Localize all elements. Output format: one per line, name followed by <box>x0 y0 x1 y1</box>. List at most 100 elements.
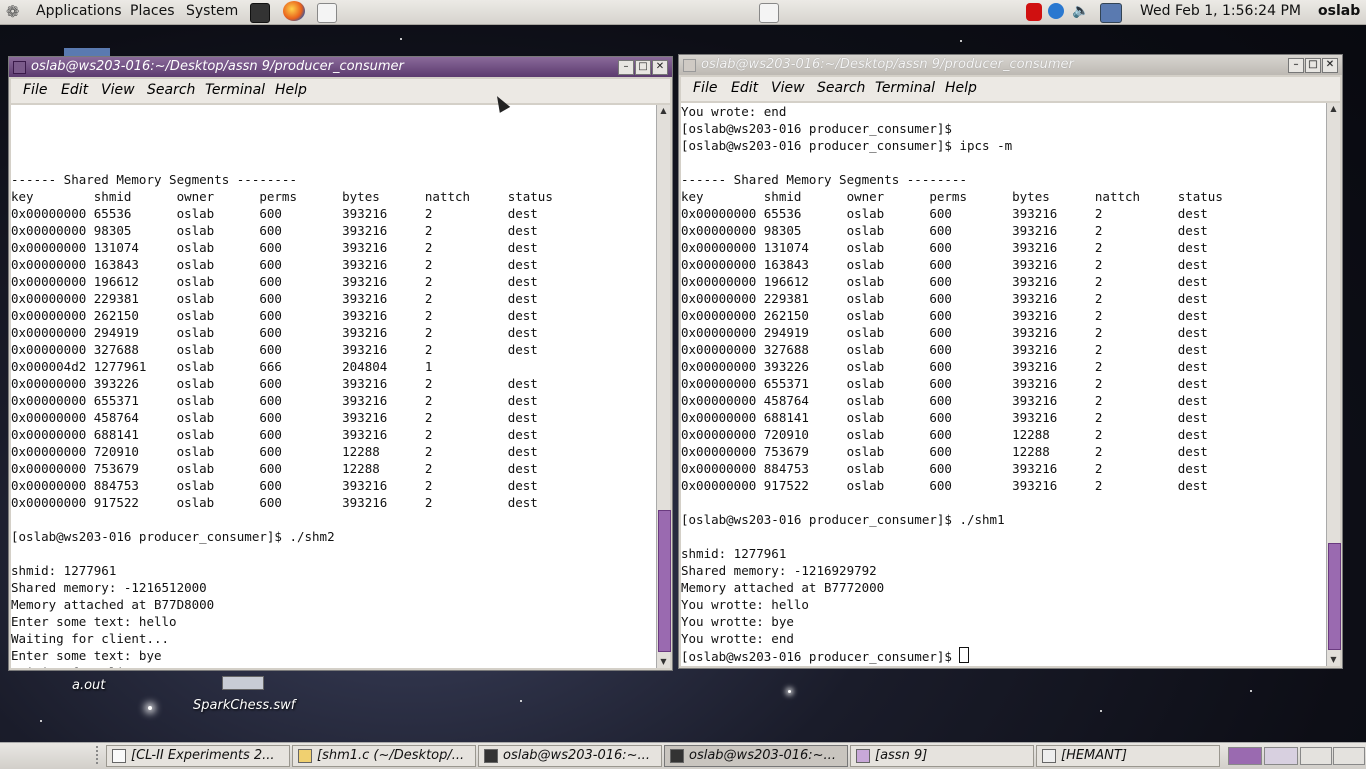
menu-help[interactable]: Help <box>945 80 977 96</box>
menu-edit[interactable]: Edit <box>731 80 758 96</box>
terminal-line: 0x00000000 262150 oslab 600 393216 2 des… <box>681 308 1208 323</box>
menu-view[interactable]: View <box>771 80 805 96</box>
workspace-2[interactable] <box>1264 747 1298 765</box>
terminal-window-right[interactable]: oslab@ws203-016:~/Desktop/assn 9/produce… <box>678 54 1343 669</box>
update-icon[interactable] <box>1048 3 1064 19</box>
terminal-line: You wrote: end <box>681 104 787 119</box>
terminal-line: 0x00000000 163843 oslab 600 393216 2 des… <box>11 257 538 272</box>
terminal-line: 0x00000000 65536 oslab 600 393216 2 dest <box>11 206 538 221</box>
terminal-output-right[interactable]: You wrote: end [oslab@ws203-016 producer_… <box>681 103 1326 666</box>
titlebar-right[interactable]: oslab@ws203-016:~/Desktop/assn 9/produce… <box>679 55 1342 75</box>
scroll-up-icon[interactable]: ▲ <box>657 105 670 117</box>
menu-terminal[interactable]: Terminal <box>875 80 935 96</box>
terminal-line: Memory attached at B77D8000 <box>11 597 215 612</box>
text-cursor <box>959 647 970 663</box>
menu-search[interactable]: Search <box>147 82 195 98</box>
menu-view[interactable]: View <box>101 82 135 98</box>
star <box>960 40 962 42</box>
terminal-line: 0x00000000 720910 oslab 600 12288 2 dest <box>11 444 538 459</box>
terminal-line: 0x00000000 688141 oslab 600 393216 2 des… <box>11 427 538 442</box>
scroll-thumb[interactable] <box>1328 543 1341 650</box>
menu-file[interactable]: File <box>693 80 717 96</box>
scrollbar-right[interactable]: ▲ ▼ <box>1326 103 1341 666</box>
taskbar-item[interactable]: [shm1.c (~/Desktop/... <box>292 745 476 767</box>
firefox-icon[interactable] <box>283 1 305 21</box>
terminal-launcher-icon[interactable] <box>250 3 270 23</box>
volume-icon[interactable]: 🔈 <box>1072 3 1090 21</box>
terminal-line: 0x00000000 327688 oslab 600 393216 2 des… <box>11 342 538 357</box>
terminal-line: [oslab@ws203-016 producer_consumer]$ ./s… <box>681 512 1005 527</box>
close-button[interactable]: ✕ <box>1322 58 1338 73</box>
window-title: oslab@ws203-016:~/Desktop/assn 9/produce… <box>31 59 404 74</box>
notes-launcher-icon[interactable] <box>317 3 337 23</box>
taskbar: [CL-II Experiments 2... [shm1.c (~/Deskt… <box>0 742 1366 769</box>
taskbar-item[interactable]: oslab@ws203-016:~... <box>664 745 848 767</box>
panel-applet-icon[interactable] <box>759 3 779 23</box>
terminal-window-left[interactable]: oslab@ws203-016:~/Desktop/assn 9/produce… <box>8 56 673 671</box>
user-name[interactable]: oslab <box>1318 3 1360 19</box>
terminal-line: shmid: 1277961 <box>681 546 787 561</box>
terminal-line: You wrotte: end <box>681 631 794 646</box>
terminal-prompt[interactable]: [oslab@ws203-016 producer_consumer]$ <box>681 647 1326 664</box>
alert-icon[interactable] <box>1026 3 1042 21</box>
taskbar-item[interactable]: [CL-II Experiments 2... <box>106 745 290 767</box>
sparkchess-icon[interactable] <box>222 676 264 690</box>
places-menu[interactable]: Places <box>130 3 175 19</box>
window-icon <box>1042 749 1056 763</box>
menu-help[interactable]: Help <box>275 82 307 98</box>
terminal-line: 0x00000000 196612 oslab 600 393216 2 des… <box>11 274 538 289</box>
taskbar-item[interactable]: [HEMANT] <box>1036 745 1220 767</box>
terminal-line: Waiting for client... <box>11 664 656 668</box>
terminal-icon <box>13 61 26 74</box>
terminal-line: key shmid owner perms bytes nattch statu… <box>681 189 1223 204</box>
close-button[interactable]: ✕ <box>652 60 668 75</box>
menu-edit[interactable]: Edit <box>61 82 88 98</box>
sparkchess-label[interactable]: SparkChess.swf <box>193 698 295 713</box>
maximize-button[interactable]: □ <box>1305 58 1321 73</box>
scroll-up-icon[interactable]: ▲ <box>1327 103 1340 115</box>
scroll-down-icon[interactable]: ▼ <box>657 656 670 668</box>
minimize-button[interactable]: – <box>1288 58 1304 73</box>
maximize-button[interactable]: □ <box>635 60 651 75</box>
workspace-1[interactable] <box>1228 747 1262 765</box>
a-out-label[interactable]: a.out <box>72 678 105 693</box>
system-menu[interactable]: System <box>186 3 238 19</box>
workspace-4[interactable] <box>1333 747 1365 765</box>
star <box>1250 690 1252 692</box>
prompt-text: [oslab@ws203-016 producer_consumer]$ <box>681 649 960 664</box>
scrollbar-left[interactable]: ▲ ▼ <box>656 105 671 668</box>
terminal-line: key shmid owner perms bytes nattch statu… <box>11 189 553 204</box>
workspace-3[interactable] <box>1300 747 1332 765</box>
terminal-line: 0x00000000 688141 oslab 600 393216 2 des… <box>681 410 1208 425</box>
taskbar-item[interactable]: oslab@ws203-016:~... <box>478 745 662 767</box>
terminal-line: 0x00000000 884753 oslab 600 393216 2 des… <box>11 478 538 493</box>
terminal-line: 0x00000000 917522 oslab 600 393216 2 des… <box>681 478 1208 493</box>
terminal-line: 0x00000000 131074 oslab 600 393216 2 des… <box>11 240 538 255</box>
clock[interactable]: Wed Feb 1, 1:56:24 PM <box>1140 3 1301 19</box>
gnome-foot-icon[interactable]: ❁ <box>6 2 19 21</box>
taskbar-item[interactable]: [assn 9] <box>850 745 1034 767</box>
network-icon[interactable] <box>1100 3 1122 23</box>
menu-file[interactable]: File <box>23 82 47 98</box>
terminal-line: 0x00000000 720910 oslab 600 12288 2 dest <box>681 427 1208 442</box>
terminal-output-left[interactable]: ------ Shared Memory Segments -------- ke… <box>11 105 656 668</box>
taskbar-handle[interactable] <box>96 746 102 764</box>
text-editor-icon <box>298 749 312 763</box>
applications-menu[interactable]: Applications <box>36 3 122 19</box>
terminal-line: Enter some text: hello <box>11 614 177 629</box>
terminal-line: 0x00000000 65536 oslab 600 393216 2 dest <box>681 206 1208 221</box>
menu-search[interactable]: Search <box>817 80 865 96</box>
top-panel: ❁ Applications Places System 🔈 Wed Feb 1… <box>0 0 1366 25</box>
scroll-thumb[interactable] <box>658 510 671 652</box>
terminal-line: You wrotte: bye <box>681 614 794 629</box>
terminal-line: [oslab@ws203-016 producer_consumer]$ ./s… <box>11 529 335 544</box>
menu-terminal[interactable]: Terminal <box>205 82 265 98</box>
scroll-down-icon[interactable]: ▼ <box>1327 654 1340 666</box>
terminal-icon <box>683 59 696 72</box>
titlebar-left[interactable]: oslab@ws203-016:~/Desktop/assn 9/produce… <box>9 57 672 77</box>
minimize-button[interactable]: – <box>618 60 634 75</box>
